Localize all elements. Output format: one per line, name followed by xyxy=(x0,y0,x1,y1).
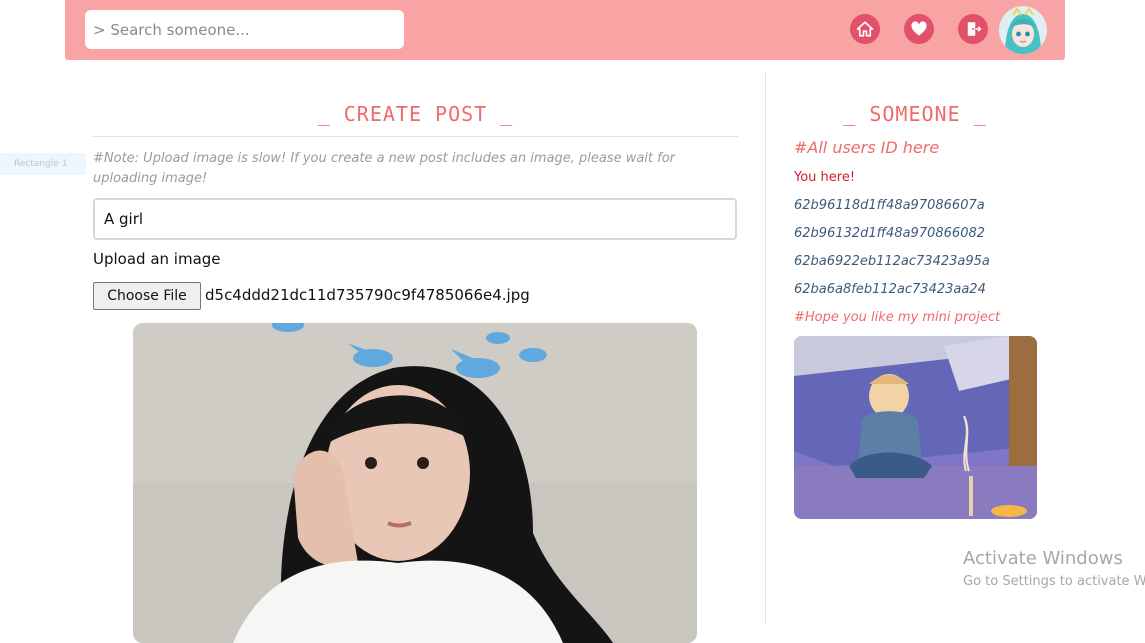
someone-title: _ SOMEONE _ xyxy=(843,102,987,126)
column-divider xyxy=(765,72,766,624)
you-here-label: You here! xyxy=(794,170,856,185)
search-input[interactable] xyxy=(85,10,404,49)
activate-windows-title: Activate Windows xyxy=(963,548,1123,569)
user-id-link[interactable]: 62ba6922eb112ac73423a95a xyxy=(794,254,990,269)
anime-avatar-icon xyxy=(999,6,1047,54)
cartoon-image xyxy=(794,336,1037,519)
create-post-title: _ CREATE POST _ xyxy=(317,102,514,126)
choose-file-button[interactable]: Choose File xyxy=(93,282,201,310)
header-bar xyxy=(65,0,1065,60)
user-id-link[interactable]: 62b96132d1ff48a970866082 xyxy=(794,226,985,241)
heart-icon[interactable] xyxy=(904,14,934,44)
upload-note: #Note: Upload image is slow! If you crea… xyxy=(93,151,676,186)
image-preview xyxy=(133,323,697,643)
preview-photo xyxy=(133,323,697,643)
users-heading: #All users ID here xyxy=(794,138,940,157)
user-id-link[interactable]: 62ba6a8feb112ac73423aa24 xyxy=(794,282,986,297)
ghost-tag: Rectangle 1 xyxy=(0,153,86,175)
hope-text: #Hope you like my mini project xyxy=(794,310,1001,325)
activate-windows-subtitle: Go to Settings to activate Windows. xyxy=(963,574,1145,589)
logout-icon[interactable] xyxy=(958,14,988,44)
title-divider xyxy=(93,136,738,137)
selected-file-name: d5c4ddd21dc11d735790c9f4785066e4.jpg xyxy=(205,286,530,304)
meditation-gif xyxy=(794,336,1037,519)
home-icon[interactable] xyxy=(850,14,880,44)
avatar[interactable] xyxy=(999,6,1047,54)
caption-input[interactable] xyxy=(93,198,737,240)
user-id-link[interactable]: 62b96118d1ff48a97086607a xyxy=(794,198,985,213)
upload-label: Upload an image xyxy=(93,250,221,268)
